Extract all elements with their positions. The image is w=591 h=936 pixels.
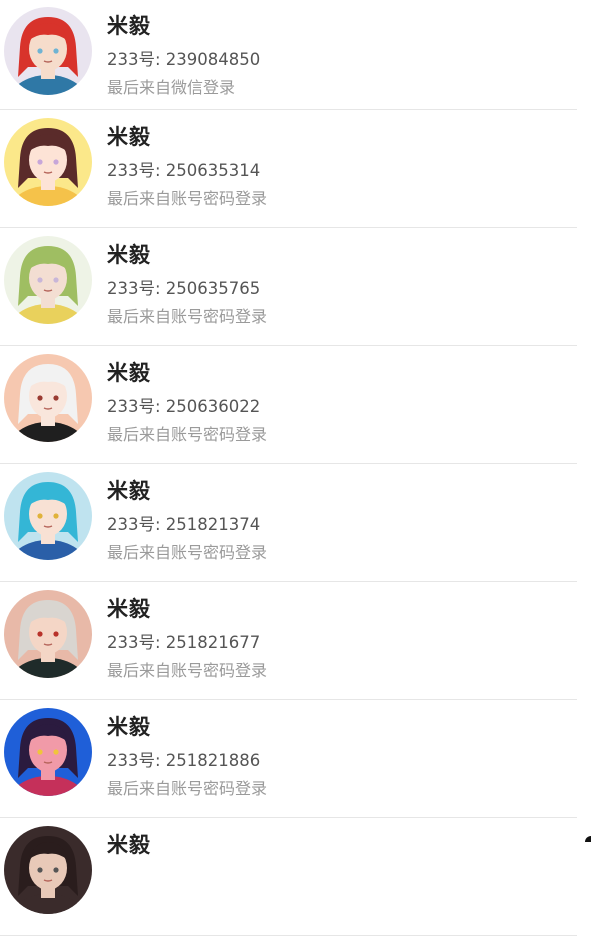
account-name: 米毅 <box>107 243 151 267</box>
account-row[interactable]: 米毅 233号: 251821374 最后来自账号密码登录 <box>0 464 591 582</box>
last-login-source: 最后来自账号密码登录 <box>107 189 268 208</box>
avatar <box>4 826 92 914</box>
account-list: 米毅 233号: 239084850 最后来自微信登录 米毅 233号: 2506353… <box>0 0 591 936</box>
last-login-source: 最后来自账号密码登录 <box>107 425 268 444</box>
account-id: 233号: 239084850 <box>107 50 261 69</box>
avatar-illustration-icon <box>4 118 92 206</box>
account-row[interactable]: 米毅 233号: 251821677 最后来自账号密码登录 <box>0 582 591 700</box>
avatar <box>4 590 92 678</box>
account-name: 米毅 <box>107 715 151 739</box>
avatar-illustration-icon <box>4 590 92 678</box>
account-name: 米毅 <box>107 597 151 621</box>
account-id: 233号: 251821886 <box>107 751 261 770</box>
last-login-source: 最后来自账号密码登录 <box>107 543 268 562</box>
account-name: 米毅 <box>107 833 151 857</box>
account-id: 233号: 250635765 <box>107 279 261 298</box>
account-name: 米毅 <box>107 14 151 38</box>
avatar <box>4 472 92 560</box>
avatar-illustration-icon <box>4 7 92 95</box>
avatar-illustration-icon <box>4 472 92 560</box>
avatar <box>4 354 92 442</box>
last-login-source: 最后来自账号密码登录 <box>107 307 268 326</box>
account-name: 米毅 <box>107 361 151 385</box>
account-name: 米毅 <box>107 125 151 149</box>
account-id: 233号: 250635314 <box>107 161 261 180</box>
account-id: 233号: 250636022 <box>107 397 261 416</box>
account-row[interactable]: 米毅 <box>0 818 591 936</box>
avatar-illustration-icon <box>4 354 92 442</box>
last-login-source: 最后来自账号密码登录 <box>107 779 268 798</box>
account-row[interactable]: 米毅 233号: 239084850 最后来自微信登录 <box>0 0 591 110</box>
account-id: 233号: 251821374 <box>107 515 261 534</box>
corner-mark <box>585 836 591 842</box>
account-row[interactable]: 米毅 233号: 251821886 最后来自账号密码登录 <box>0 700 591 818</box>
account-id: 233号: 251821677 <box>107 633 261 652</box>
avatar-illustration-icon <box>4 708 92 796</box>
avatar <box>4 236 92 324</box>
avatar-illustration-icon <box>4 236 92 324</box>
avatar <box>4 118 92 206</box>
avatar-illustration-icon <box>4 826 92 914</box>
account-row[interactable]: 米毅 233号: 250635314 最后来自账号密码登录 <box>0 110 591 228</box>
last-login-source: 最后来自微信登录 <box>107 78 236 97</box>
account-name: 米毅 <box>107 479 151 503</box>
account-row[interactable]: 米毅 233号: 250635765 最后来自账号密码登录 <box>0 228 591 346</box>
last-login-source: 最后来自账号密码登录 <box>107 661 268 680</box>
avatar <box>4 708 92 796</box>
avatar <box>4 7 92 95</box>
account-row[interactable]: 米毅 233号: 250636022 最后来自账号密码登录 <box>0 346 591 464</box>
